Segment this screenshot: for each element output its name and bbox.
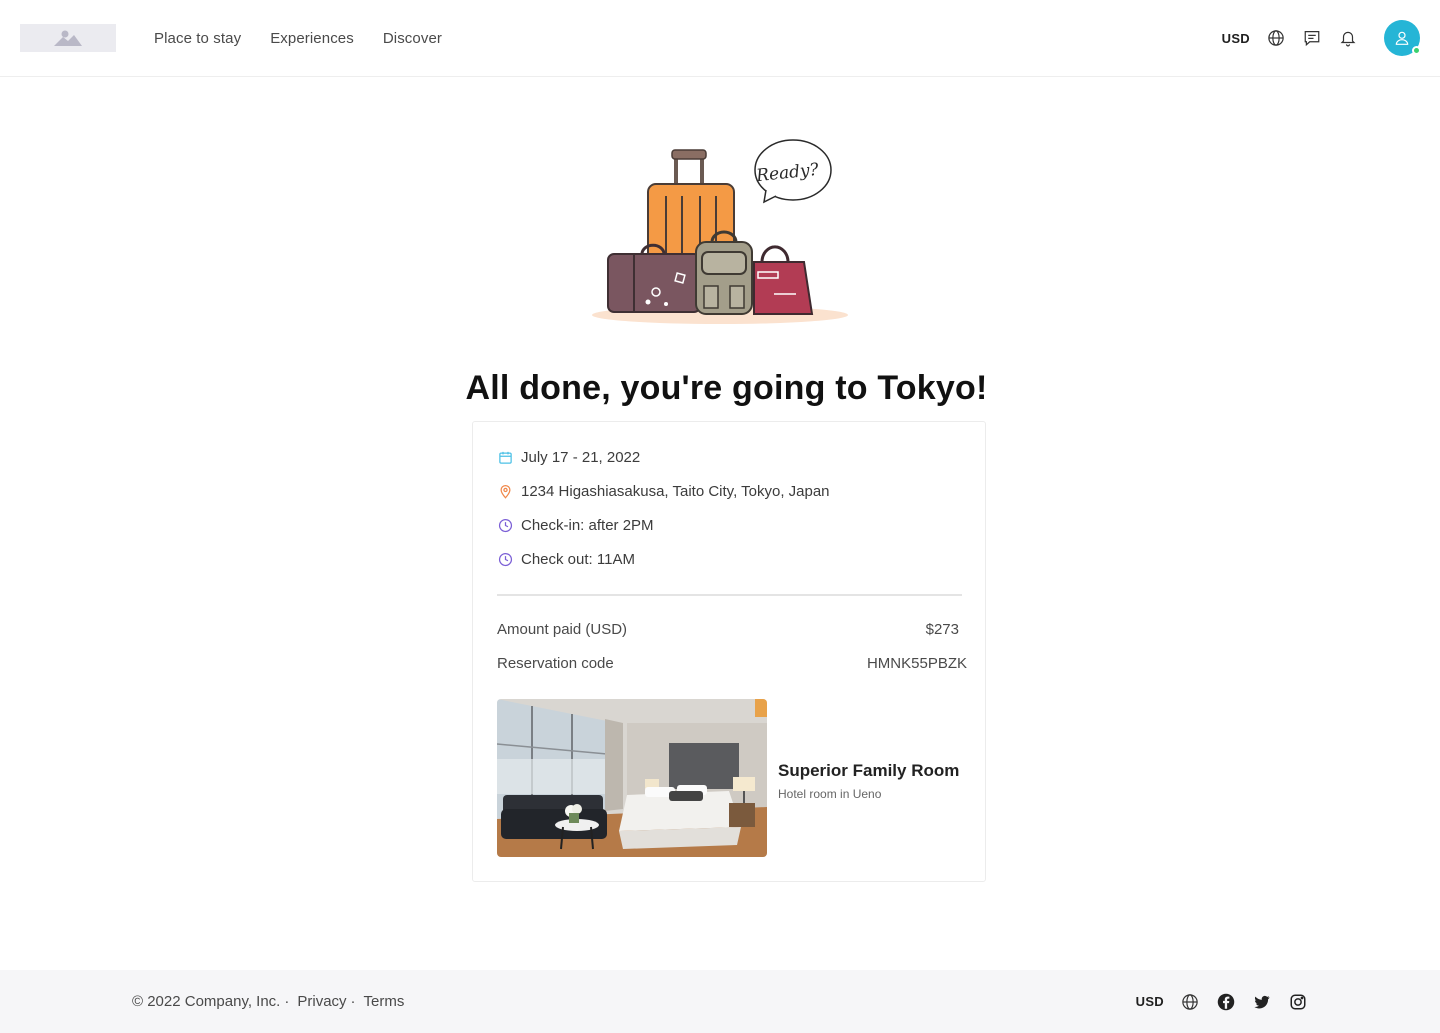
luggage-illustration: Ready? xyxy=(586,134,856,330)
footer-separator: · xyxy=(350,993,356,1010)
checkin-row: Check-in: after 2PM xyxy=(497,515,654,535)
booking-address-row: 1234 Higashiasakusa, Taito City, Tokyo, … xyxy=(497,481,830,501)
amount-paid-label: Amount paid (USD) xyxy=(497,621,628,638)
room-photo[interactable] xyxy=(497,699,767,857)
image-placeholder-icon xyxy=(54,30,82,46)
footer-separator: · xyxy=(284,993,290,1010)
booking-address: 1234 Higashiasakusa, Taito City, Tokyo, … xyxy=(521,482,830,500)
facebook-icon[interactable] xyxy=(1216,992,1236,1012)
user-icon xyxy=(1395,31,1409,45)
reservation-code-label: Reservation code xyxy=(497,655,614,672)
footer-links: © 2022 Company, Inc. · Privacy · Terms xyxy=(132,970,404,1033)
header-actions: USD xyxy=(1222,0,1421,76)
nav-experiences[interactable]: Experiences xyxy=(270,30,354,47)
currency-selector[interactable]: USD xyxy=(1222,31,1250,46)
checkout-row: Check out: 11AM xyxy=(497,549,635,569)
amount-paid-value: $273 xyxy=(925,621,959,638)
page-title: All done, you're going to Tokyo! xyxy=(465,369,988,407)
top-header: Place to stay Experiences Discover USD xyxy=(0,0,1440,77)
message-icon[interactable] xyxy=(1302,28,1322,48)
globe-icon[interactable] xyxy=(1180,992,1200,1012)
booking-summary-card: July 17 - 21, 2022 1234 Higashiasakusa, … xyxy=(472,421,986,882)
avatar[interactable] xyxy=(1384,20,1421,56)
checkin-time: Check-in: after 2PM xyxy=(521,516,654,534)
reservation-code-value: HMNK55PBZK xyxy=(866,655,967,672)
clock-icon xyxy=(497,517,513,533)
terms-link[interactable]: Terms xyxy=(364,993,405,1010)
copyright-text: © 2022 Company, Inc. xyxy=(132,993,281,1010)
main-nav: Place to stay Experiences Discover xyxy=(154,0,442,76)
nav-place-to-stay[interactable]: Place to stay xyxy=(154,30,241,47)
footer: © 2022 Company, Inc. · Privacy · Terms U… xyxy=(0,970,1440,1033)
divider xyxy=(497,594,962,596)
instagram-icon[interactable] xyxy=(1288,992,1308,1012)
footer-actions: USD xyxy=(1136,970,1308,1033)
twitter-icon[interactable] xyxy=(1252,992,1272,1012)
room-subtitle: Hotel room in Ueno xyxy=(778,787,882,801)
calendar-icon xyxy=(497,449,513,465)
bell-icon[interactable] xyxy=(1338,28,1358,48)
checkout-time: Check out: 11AM xyxy=(521,550,635,568)
privacy-link[interactable]: Privacy xyxy=(297,993,346,1010)
location-pin-icon xyxy=(497,483,513,499)
currency-selector[interactable]: USD xyxy=(1136,994,1164,1009)
booking-dates: July 17 - 21, 2022 xyxy=(521,448,641,466)
clock-icon xyxy=(497,551,513,567)
booking-dates-row: July 17 - 21, 2022 xyxy=(497,447,640,467)
online-status-dot xyxy=(1412,46,1421,55)
nav-discover[interactable]: Discover xyxy=(383,30,442,47)
room-title[interactable]: Superior Family Room xyxy=(778,761,959,781)
globe-icon[interactable] xyxy=(1266,28,1286,48)
logo-placeholder[interactable] xyxy=(20,24,116,52)
